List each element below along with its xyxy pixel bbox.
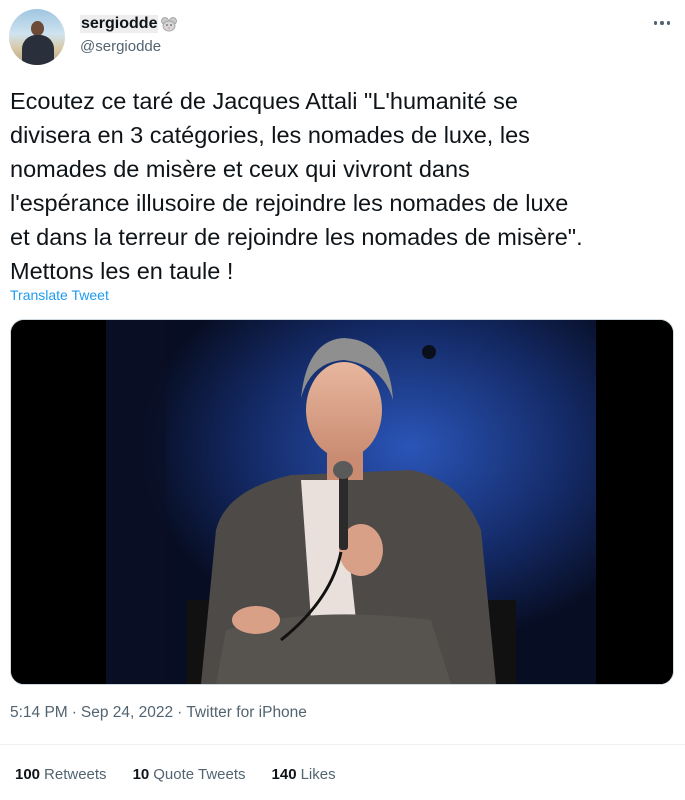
- more-options-button[interactable]: [648, 12, 676, 34]
- divider: [0, 744, 685, 745]
- tweet-date[interactable]: Sep 24, 2022: [81, 704, 173, 722]
- avatar[interactable]: [9, 9, 65, 65]
- tweet-text: Ecoutez ce taré de Jacques Attali "L'hum…: [10, 88, 583, 284]
- likes-count: 140: [271, 766, 297, 783]
- tweet-video[interactable]: [10, 319, 674, 685]
- mouse-emoji-icon: [160, 16, 178, 32]
- tweet-meta: 5:14 PM · Sep 24, 2022 · Twitter for iPh…: [10, 704, 307, 722]
- meta-separator: ·: [177, 704, 183, 721]
- retweets-label: Retweets: [44, 766, 107, 783]
- quote-tweets-label: Quote Tweets: [153, 766, 246, 783]
- quote-tweets-stat[interactable]: 10 Quote Tweets: [133, 766, 246, 783]
- tweet-stats: 100 Retweets 10 Quote Tweets 140 Likes: [15, 766, 362, 783]
- tweet-source[interactable]: Twitter for iPhone: [186, 704, 307, 722]
- user-handle[interactable]: @sergiodde: [80, 38, 161, 55]
- retweets-stat[interactable]: 100 Retweets: [15, 766, 107, 783]
- quote-tweets-count: 10: [132, 766, 150, 783]
- likes-stat[interactable]: 140 Likes: [272, 766, 336, 783]
- retweets-count: 100: [15, 766, 41, 783]
- display-name[interactable]: sergiodde: [80, 15, 159, 33]
- tweet-time[interactable]: 5:14 PM: [10, 704, 68, 722]
- avatar-head: [31, 21, 44, 36]
- avatar-body: [22, 35, 54, 65]
- translate-tweet-link[interactable]: Translate Tweet: [10, 287, 109, 303]
- meta-separator: ·: [71, 704, 77, 721]
- user-name-row: sergiodde: [80, 14, 178, 34]
- more-horizontal-icon: [653, 21, 658, 25]
- video-frame-image: [11, 320, 673, 684]
- likes-label: Likes: [300, 766, 336, 783]
